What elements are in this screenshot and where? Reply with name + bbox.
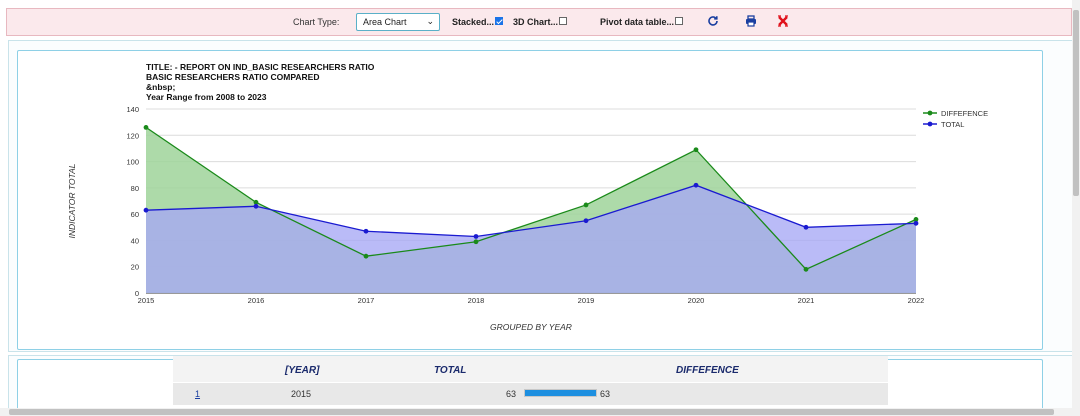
legend-label: TOTAL: [941, 120, 964, 129]
data-point: [583, 218, 589, 224]
row-total: 63: [506, 389, 517, 399]
data-point: [803, 224, 809, 230]
y-tick-label: 120: [126, 131, 139, 140]
data-point: [253, 203, 259, 209]
row-progress-bar: [524, 389, 597, 397]
x-tick-label: 2016: [248, 296, 265, 305]
data-point: [803, 266, 809, 272]
row-diff: 63: [600, 389, 611, 399]
x-tick-label: 2017: [358, 296, 375, 305]
table-header-row: [173, 356, 888, 382]
row-year: 2015: [291, 389, 312, 399]
table-header-total[interactable]: TOTAL: [434, 365, 466, 376]
x-tick-label: 2022: [908, 296, 925, 305]
y-tick-label: 140: [126, 105, 139, 114]
table-header-year[interactable]: [YEAR]: [285, 365, 319, 376]
legend-label: DIFFEFENCE: [941, 109, 988, 118]
data-point: [473, 234, 479, 239]
legend-marker: [927, 121, 933, 127]
y-tick-label: 40: [131, 236, 139, 245]
data-point: [913, 220, 919, 226]
data-point: [363, 228, 369, 234]
table-header-diffefence[interactable]: DIFFEFENCE: [676, 365, 739, 376]
x-tick-label: 2020: [688, 296, 705, 305]
horizontal-scrollbar[interactable]: [0, 408, 1072, 416]
data-point: [143, 125, 149, 130]
row-progress-fill: [525, 390, 596, 396]
legend-marker: [927, 110, 933, 116]
data-point: [143, 207, 149, 213]
data-point: [693, 147, 699, 153]
vertical-scroll-thumb[interactable]: [1073, 10, 1079, 196]
vertical-scrollbar[interactable]: [1072, 0, 1080, 416]
area-chart: 0204060801001201402015 2016 2017 2018 2019 20…: [67, 105, 988, 332]
y-tick-label: 80: [131, 184, 139, 193]
series-area-total: [146, 185, 916, 293]
data-point: [693, 182, 699, 188]
x-tick-label: 2019: [578, 296, 595, 305]
y-tick-label: 100: [126, 158, 139, 167]
y-tick-label: 20: [131, 263, 139, 272]
x-axis-title: GROUPED BY YEAR: [490, 322, 572, 332]
y-axis-title: INDICATOR TOTAL: [67, 163, 77, 238]
x-tick-label: 2018: [468, 296, 485, 305]
data-point: [473, 239, 479, 245]
row-index-link[interactable]: 1: [195, 389, 200, 399]
x-tick-label: 2015: [138, 296, 155, 305]
y-tick-label: 60: [131, 210, 139, 219]
data-point: [363, 253, 369, 259]
x-tick-label: 2021: [798, 296, 815, 305]
horizontal-scroll-thumb[interactable]: [9, 409, 1054, 415]
data-point: [583, 202, 589, 208]
